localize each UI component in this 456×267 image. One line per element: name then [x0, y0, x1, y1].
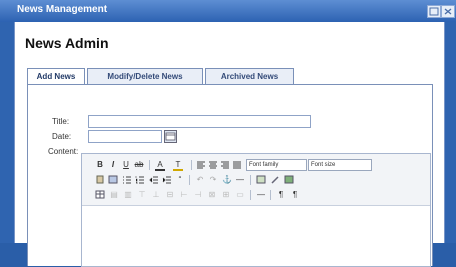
- editor-toolbar: B I U ab A T Font family Font size “ ↶ ↷…: [82, 154, 430, 206]
- add-news-panel: Title: Date: Content: B I U ab A T Font …: [27, 84, 433, 267]
- window-client: News Admin Add News Modify/Delete News A…: [14, 22, 445, 267]
- align-right-icon[interactable]: [220, 160, 230, 169]
- ltr-icon[interactable]: ¶: [276, 190, 286, 199]
- tab-modify-delete-news[interactable]: Modify/Delete News: [87, 68, 203, 85]
- highlight-icon[interactable]: T: [173, 160, 183, 171]
- font-size-select[interactable]: Font size: [308, 159, 372, 171]
- toolbar-divider: [189, 175, 190, 185]
- close-icon[interactable]: [441, 5, 455, 18]
- date-field[interactable]: [88, 130, 162, 143]
- rtl-icon[interactable]: ¶: [290, 190, 300, 199]
- font-family-label: Font family: [249, 162, 279, 168]
- toolbar-divider: [270, 190, 271, 200]
- row-props-icon[interactable]: ▤: [109, 190, 119, 199]
- bold-icon[interactable]: B: [95, 160, 105, 169]
- page-title: News Admin: [25, 35, 109, 51]
- window-title: News Management: [17, 4, 108, 15]
- anchor-icon[interactable]: ⚓: [222, 175, 232, 184]
- cell-props-icon[interactable]: ▥: [123, 190, 133, 199]
- font-color-icon[interactable]: A: [155, 160, 165, 171]
- table-icon[interactable]: [95, 190, 105, 199]
- delete-col-icon[interactable]: ⊠: [207, 190, 217, 199]
- redo-icon[interactable]: ↷: [208, 175, 218, 184]
- insert-col-before-icon[interactable]: ⊢: [179, 190, 189, 199]
- html-source-icon[interactable]: [284, 175, 294, 184]
- image-icon[interactable]: [256, 175, 266, 184]
- italic-icon[interactable]: I: [108, 160, 118, 169]
- content-editor[interactable]: B I U ab A T Font family Font size “ ↶ ↷…: [81, 153, 431, 267]
- blockquote-icon[interactable]: “: [175, 175, 185, 184]
- title-label: Title:: [52, 117, 70, 126]
- insert-row-after-icon[interactable]: ⊥: [151, 190, 161, 199]
- underline-icon[interactable]: U: [121, 160, 131, 169]
- toolbar-divider: [250, 190, 251, 200]
- tab-add-news[interactable]: Add News: [27, 68, 85, 85]
- split-cells-icon[interactable]: ⊞: [221, 190, 231, 199]
- numbered-list-icon[interactable]: [135, 175, 145, 184]
- horizontal-rule-icon[interactable]: —: [235, 175, 245, 184]
- tab-archived-news[interactable]: Archived News: [205, 68, 294, 85]
- window-titlebar[interactable]: News Management: [0, 0, 456, 22]
- toolbar-divider: [250, 175, 251, 185]
- align-justify-icon[interactable]: [232, 160, 242, 169]
- undo-icon[interactable]: ↶: [195, 175, 205, 184]
- calendar-icon[interactable]: [164, 130, 177, 143]
- insert-col-after-icon[interactable]: ⊣: [193, 190, 203, 199]
- insert-row-before-icon[interactable]: ⊤: [137, 190, 147, 199]
- font-family-select[interactable]: Font family: [246, 159, 307, 171]
- paste-icon[interactable]: [95, 175, 105, 184]
- align-left-icon[interactable]: [196, 160, 206, 169]
- strikethrough-icon[interactable]: ab: [134, 160, 144, 169]
- toolbar-divider: [191, 160, 192, 170]
- merge-cells-icon[interactable]: ▭: [235, 190, 245, 199]
- paste-word-icon[interactable]: [108, 175, 118, 184]
- cleanup-icon[interactable]: [270, 175, 280, 184]
- news-management-window: News Management News Admin Add News Modi…: [0, 0, 456, 267]
- editor-content-area[interactable]: [82, 206, 430, 266]
- title-field[interactable]: [88, 115, 311, 128]
- toolbar-divider: [149, 160, 150, 170]
- outdent-icon[interactable]: [149, 175, 159, 184]
- font-size-label: Font size: [311, 162, 336, 168]
- bullet-list-icon[interactable]: [122, 175, 132, 184]
- delete-row-icon[interactable]: ⊟: [165, 190, 175, 199]
- indent-icon[interactable]: [162, 175, 172, 184]
- restore-icon[interactable]: [427, 5, 441, 18]
- horizontal-line-icon[interactable]: —: [256, 190, 266, 199]
- align-center-icon[interactable]: [208, 160, 218, 169]
- date-label: Date:: [52, 132, 72, 141]
- content-label: Content:: [48, 147, 79, 156]
